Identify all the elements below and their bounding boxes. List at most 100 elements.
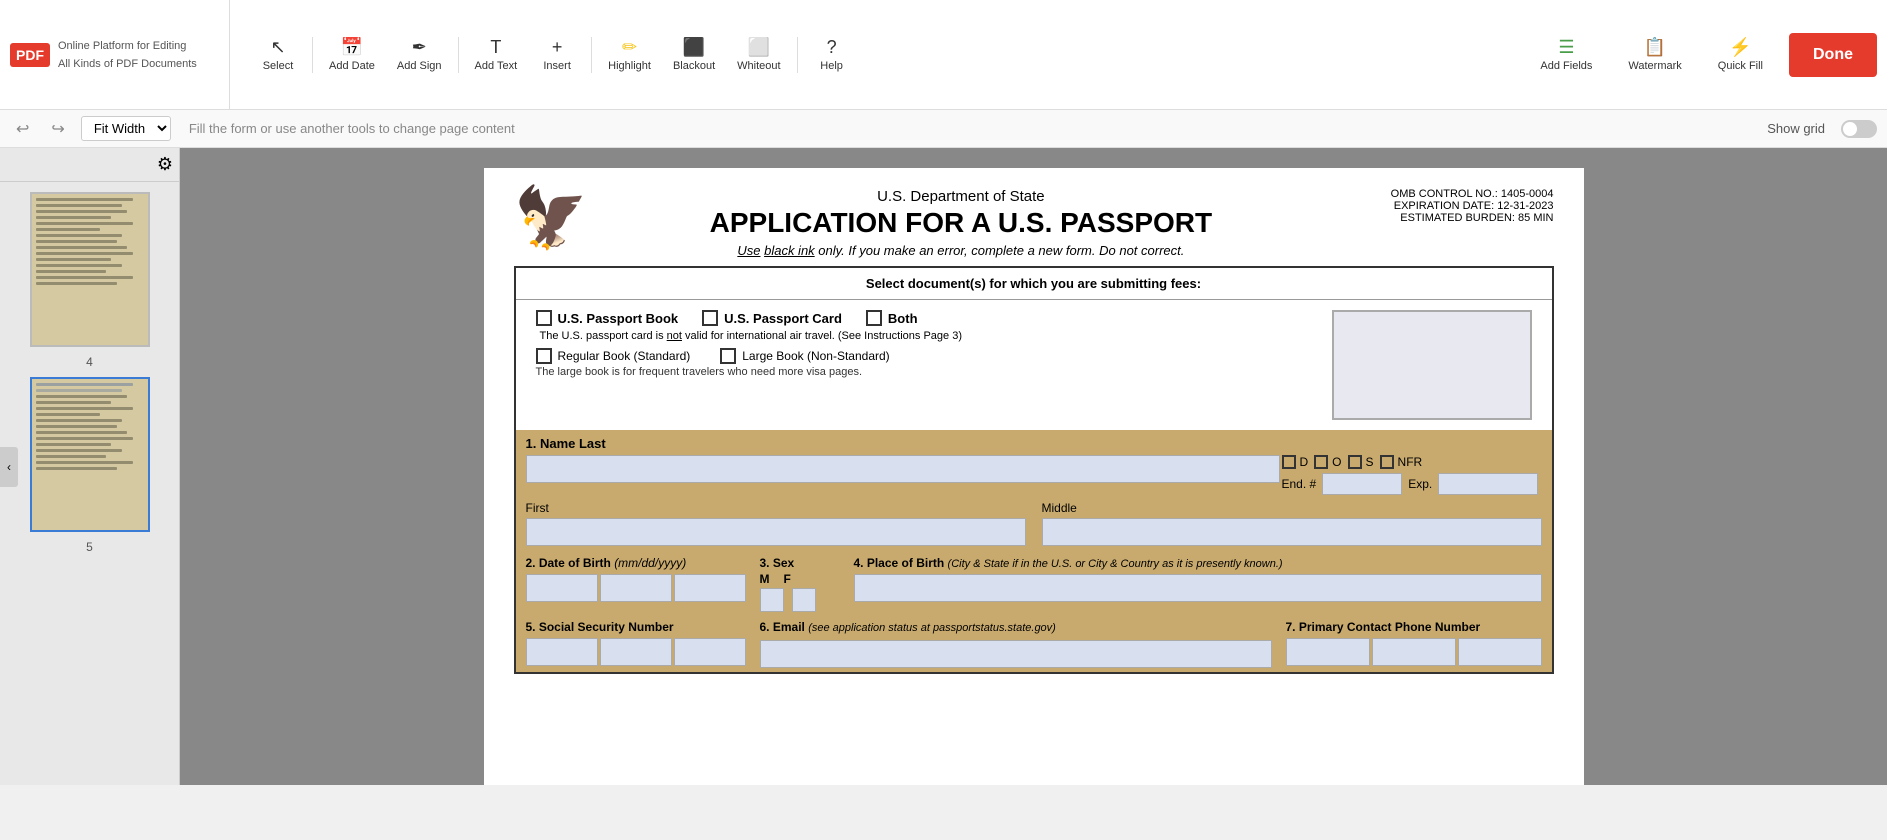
toolbar-top-row: ↖ Select 📅 Add Date ✒ Add Sign T Add Tex… bbox=[242, 0, 1530, 109]
insert-button[interactable]: + Insert bbox=[529, 33, 585, 76]
sex-f-input[interactable] bbox=[792, 588, 816, 612]
sex-inputs: M F bbox=[760, 572, 840, 612]
phone-input-3[interactable] bbox=[1458, 638, 1542, 666]
dob-inputs bbox=[526, 574, 746, 602]
separator4 bbox=[797, 37, 798, 73]
book-type-row: Regular Book (Standard) Large Book (Non-… bbox=[536, 348, 1316, 364]
dob-day[interactable] bbox=[600, 574, 672, 602]
help-icon: ? bbox=[827, 37, 837, 58]
phone-col: 7. Primary Contact Phone Number bbox=[1286, 620, 1542, 668]
sidebar: ‹ ⚙ bbox=[0, 148, 180, 785]
document-area: 🦅 U.S. Department of State APPLICATION F… bbox=[180, 148, 1887, 785]
select-button[interactable]: ↖ Select bbox=[250, 33, 306, 76]
blackout-button[interactable]: ⬛ Blackout bbox=[663, 33, 725, 76]
highlight-button[interactable]: ✏ Highlight bbox=[598, 33, 661, 76]
middle-label: Middle bbox=[1042, 501, 1542, 515]
whiteout-button[interactable]: ⬜ Whiteout bbox=[727, 33, 790, 76]
department-name: U.S. Department of State bbox=[588, 188, 1333, 205]
passport-book-checkbox[interactable] bbox=[536, 310, 552, 326]
nfr-checkbox[interactable] bbox=[1380, 455, 1394, 469]
page-5-number: 5 bbox=[86, 540, 93, 554]
o-checkbox[interactable] bbox=[1314, 455, 1328, 469]
sex-m-input[interactable] bbox=[760, 588, 784, 612]
dob-month[interactable] bbox=[526, 574, 598, 602]
regular-book-option: Regular Book (Standard) bbox=[536, 348, 691, 364]
large-book-checkbox[interactable] bbox=[720, 348, 736, 364]
add-date-button[interactable]: 📅 Add Date bbox=[319, 33, 385, 76]
watermark-button[interactable]: 📋 Watermark bbox=[1618, 33, 1691, 76]
dob-year[interactable] bbox=[674, 574, 746, 602]
phone-input-1[interactable] bbox=[1286, 638, 1370, 666]
toolbar-hint: Fill the form or use another tools to ch… bbox=[189, 121, 515, 136]
redo-button[interactable]: ↪ bbox=[45, 117, 70, 141]
passport-header-right: OMB CONTROL NO.: 1405-0004 EXPIRATION DA… bbox=[1334, 188, 1554, 224]
omb-control: OMB CONTROL NO.: 1405-0004 bbox=[1334, 188, 1554, 200]
s-badge: S bbox=[1348, 455, 1374, 469]
quick-fill-button[interactable]: ⚡ Quick Fill bbox=[1708, 33, 1773, 76]
help-button[interactable]: ? Help bbox=[804, 33, 860, 76]
regular-book-checkbox[interactable] bbox=[536, 348, 552, 364]
add-text-button[interactable]: T Add Text bbox=[465, 33, 528, 76]
last-name-input[interactable] bbox=[526, 455, 1280, 483]
name-input-right: D O S bbox=[1282, 455, 1542, 495]
ssn-input-3[interactable] bbox=[674, 638, 746, 666]
card-note: The U.S. passport card is not valid for … bbox=[540, 330, 1316, 342]
logo-text: Online Platform for Editing All Kinds of… bbox=[58, 37, 197, 72]
add-sign-button[interactable]: ✒ Add Sign bbox=[387, 33, 452, 76]
sign-icon: ✒ bbox=[412, 37, 427, 58]
nfr-badge: NFR bbox=[1380, 455, 1423, 469]
insert-icon: + bbox=[552, 37, 563, 58]
sex-label: 3. Sex bbox=[760, 556, 840, 570]
ssn-input-1[interactable] bbox=[526, 638, 598, 666]
separator2 bbox=[458, 37, 459, 73]
name-input-row: D O S bbox=[526, 455, 1542, 495]
email-col: 6. Email (see application status at pass… bbox=[760, 620, 1272, 668]
both-option: Both bbox=[866, 310, 918, 326]
logo-area: PDF Online Platform for Editing All Kind… bbox=[10, 0, 230, 109]
name-section: 1. Name Last D bbox=[516, 430, 1552, 501]
expiration-date: EXPIRATION DATE: 12-31-2023 bbox=[1334, 200, 1554, 212]
add-fields-button[interactable]: ☰ Add Fields bbox=[1530, 33, 1602, 76]
page-5-thumbnail[interactable] bbox=[30, 377, 150, 532]
sidebar-header: ⚙ bbox=[0, 148, 179, 182]
end-input[interactable] bbox=[1322, 473, 1402, 495]
pdf-logo-icon: PDF bbox=[10, 43, 50, 67]
ssn-input-2[interactable] bbox=[600, 638, 672, 666]
select-icon: ↖ bbox=[270, 37, 285, 58]
d-checkbox[interactable] bbox=[1282, 455, 1296, 469]
email-label: 6. Email (see application status at pass… bbox=[760, 620, 1272, 634]
document-content: 🦅 U.S. Department of State APPLICATION F… bbox=[484, 168, 1584, 785]
passport-card-checkbox[interactable] bbox=[702, 310, 718, 326]
s-checkbox[interactable] bbox=[1348, 455, 1362, 469]
exp-input[interactable] bbox=[1438, 473, 1538, 495]
middle-name-input[interactable] bbox=[1042, 518, 1542, 546]
photo-box bbox=[1332, 310, 1532, 420]
done-button[interactable]: Done bbox=[1789, 33, 1877, 77]
name-input-main bbox=[526, 455, 1280, 483]
form-subtitle: Use black ink only. If you make an error… bbox=[588, 243, 1333, 258]
show-grid-toggle[interactable] bbox=[1841, 120, 1877, 138]
dob-sex-pob-section: 2. Date of Birth (mm/dd/yyyy) 3. Sex bbox=[516, 552, 1552, 616]
sidebar-toggle-button[interactable]: ‹ bbox=[0, 447, 18, 487]
blackout-icon: ⬛ bbox=[683, 37, 705, 58]
separator3 bbox=[591, 37, 592, 73]
pob-input[interactable] bbox=[854, 574, 1542, 602]
both-checkbox[interactable] bbox=[866, 310, 882, 326]
sidebar-settings-icon[interactable]: ⚙ bbox=[157, 154, 173, 175]
show-grid-label: Show grid bbox=[1767, 121, 1825, 136]
ssn-col: 5. Social Security Number bbox=[526, 620, 746, 668]
first-name-input[interactable] bbox=[526, 518, 1026, 546]
large-book-note: The large book is for frequent travelers… bbox=[536, 366, 1316, 378]
fit-width-select[interactable]: Fit Width bbox=[81, 116, 171, 141]
email-input[interactable] bbox=[760, 640, 1272, 668]
sex-col: 3. Sex M F bbox=[760, 556, 840, 612]
ssn-inputs bbox=[526, 638, 746, 666]
dob-col: 2. Date of Birth (mm/dd/yyyy) bbox=[526, 556, 746, 602]
undo-button[interactable]: ↩ bbox=[10, 117, 35, 141]
phone-inputs bbox=[1286, 638, 1542, 666]
dob-label: 2. Date of Birth (mm/dd/yyyy) bbox=[526, 556, 746, 570]
passport-title: U.S. Department of State APPLICATION FOR… bbox=[588, 188, 1333, 258]
phone-input-2[interactable] bbox=[1372, 638, 1456, 666]
page-4-thumbnail[interactable] bbox=[30, 192, 150, 347]
separator bbox=[312, 37, 313, 73]
